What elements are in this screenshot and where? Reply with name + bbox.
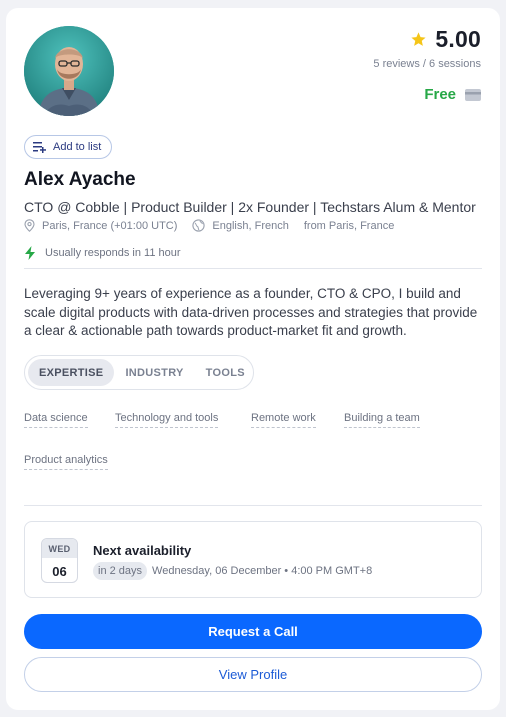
mentor-name[interactable]: Alex Ayache — [24, 169, 136, 191]
rating-value: 5.00 — [435, 26, 481, 52]
mentor-meta: Paris, France (+01:00 UTC) English, Fren… — [24, 219, 394, 232]
list-add-icon — [33, 142, 46, 153]
calendar-badge: WED 06 — [41, 538, 78, 583]
add-to-list-label: Add to list — [53, 141, 102, 153]
response-time: Usually responds in 11 hour — [24, 246, 181, 260]
globe-icon — [192, 219, 206, 232]
mentor-card: 5.00 5 reviews / 6 sessions Free Add to … — [6, 8, 500, 710]
add-to-list-button[interactable]: Add to list — [24, 135, 113, 159]
avatar[interactable] — [24, 26, 114, 116]
view-profile-button[interactable]: View Profile — [24, 657, 482, 692]
calendar-date: 06 — [52, 563, 67, 579]
reviews-summary[interactable]: 5 reviews / 6 sessions — [373, 58, 481, 70]
tab-expertise[interactable]: EXPERTISE — [28, 359, 115, 386]
tab-bar: EXPERTISE INDUSTRY TOOLS — [24, 355, 254, 390]
tab-industry[interactable]: INDUSTRY — [114, 359, 194, 386]
response-time-text: Usually responds in 11 hour — [45, 247, 181, 259]
availability-detail: in 2 days Wednesday, 06 December • 4:00 … — [93, 562, 372, 580]
origin-text: from Paris, France — [303, 219, 395, 232]
price-label: Free — [424, 86, 456, 103]
next-availability-panel[interactable]: WED 06 Next availability in 2 days Wedne… — [24, 521, 482, 598]
languages-text: English, French — [212, 219, 289, 232]
lightning-icon — [25, 246, 35, 260]
expertise-tag[interactable]: Product analytics — [24, 454, 108, 470]
tab-tools[interactable]: TOOLS — [195, 359, 256, 386]
availability-relative-badge: in 2 days — [93, 562, 148, 580]
pricing: Free — [424, 86, 481, 103]
expertise-tag[interactable]: Building a team — [344, 412, 420, 428]
credit-card-icon — [465, 88, 481, 101]
rating: 5.00 — [410, 26, 481, 53]
expertise-tag[interactable]: Remote work — [251, 412, 316, 428]
availability-datetime: Wednesday, 06 December • 4:00 PM GMT+8 — [152, 565, 373, 577]
mentor-headline: CTO @ Cobble | Product Builder | 2x Foun… — [24, 199, 476, 215]
request-call-button[interactable]: Request a Call — [24, 614, 482, 649]
expertise-tag[interactable]: Data science — [24, 412, 88, 428]
expertise-tag[interactable]: Technology and tools — [115, 412, 219, 428]
divider — [24, 268, 482, 269]
location-text: Paris, France (+01:00 UTC) — [42, 219, 178, 232]
map-pin-icon — [24, 219, 35, 232]
star-icon — [411, 32, 427, 46]
calendar-weekday: WED — [42, 539, 77, 558]
availability-title: Next availability — [93, 543, 192, 558]
mentor-bio: Leveraging 9+ years of experience as a f… — [24, 286, 478, 338]
divider — [24, 505, 482, 506]
